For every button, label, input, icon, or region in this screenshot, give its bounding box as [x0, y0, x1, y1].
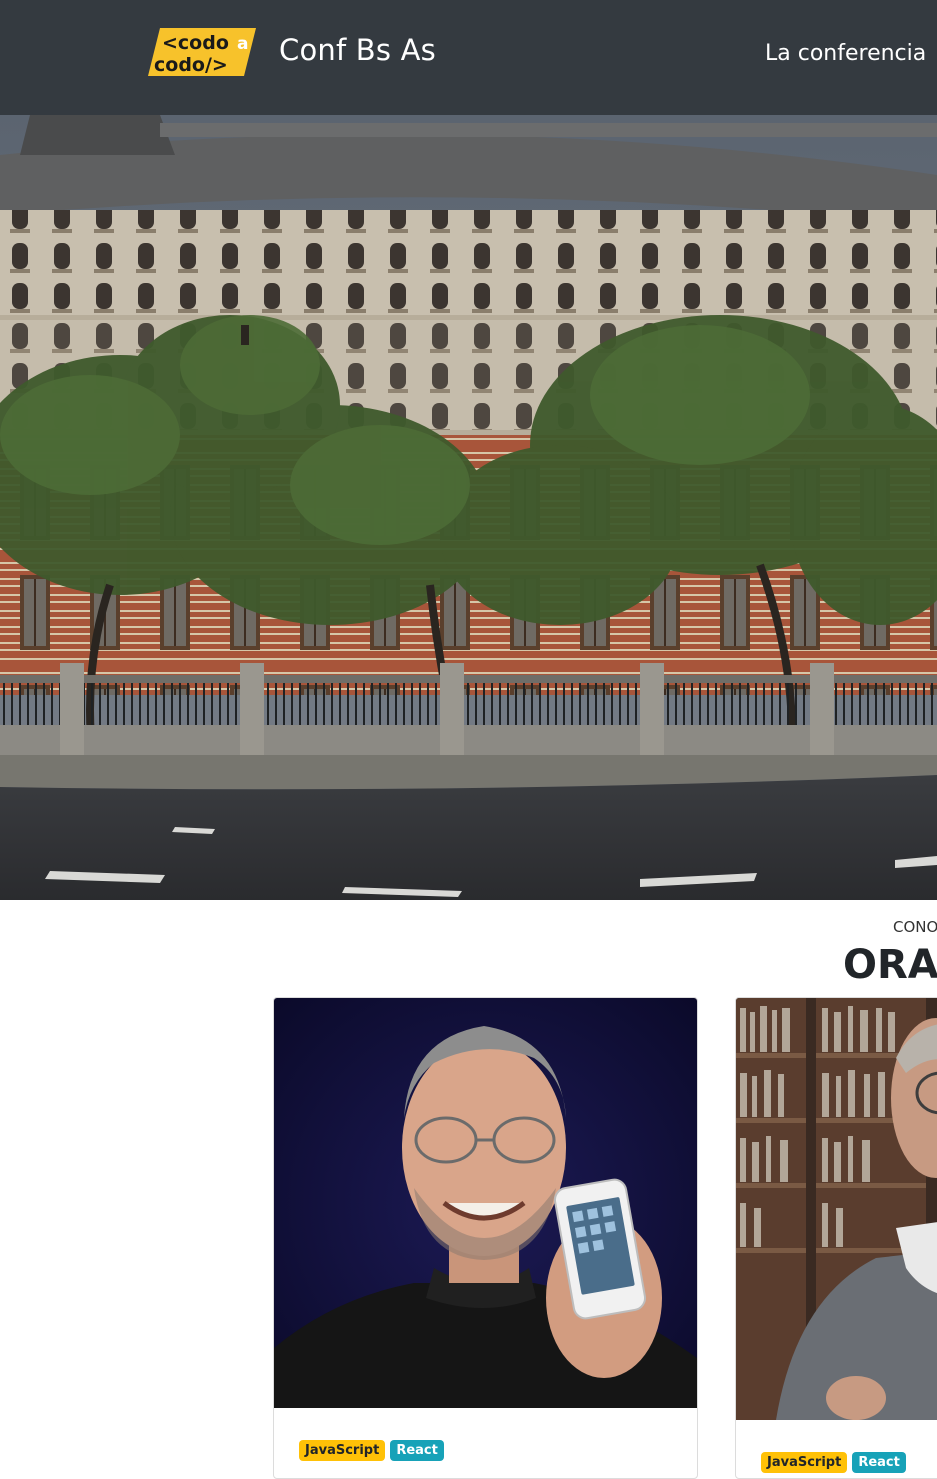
tag-badge-javascript: JavaScript: [299, 1440, 386, 1461]
speaker-card: JavaScript React: [735, 997, 937, 1479]
brand-title[interactable]: Conf Bs As: [279, 31, 436, 69]
logo-icon: <codo a codo/>: [148, 28, 256, 76]
section-title: ORAD: [843, 942, 937, 988]
speaker-card: JavaScript React: [273, 997, 698, 1479]
nav-link-la-conferencia[interactable]: La conferencia: [765, 40, 926, 68]
tag-badge-react: React: [390, 1440, 444, 1461]
svg-text:a: a: [237, 34, 248, 54]
section-eyebrow: CONO: [893, 918, 937, 936]
tag-list: JavaScript React: [761, 1452, 906, 1473]
navbar: <codo a codo/> Conf Bs As La conferencia: [0, 0, 937, 115]
building-photo: [0, 115, 937, 900]
speaker-photo: [274, 998, 697, 1408]
speaker-photo: [736, 998, 937, 1420]
svg-text:codo/>: codo/>: [154, 54, 228, 76]
tag-list: JavaScript React: [299, 1440, 444, 1461]
codo-a-codo-logo[interactable]: <codo a codo/>: [148, 26, 258, 78]
tag-badge-react: React: [852, 1452, 906, 1473]
hero-banner: [0, 115, 937, 900]
svg-text:<codo: <codo: [162, 32, 229, 54]
tag-badge-javascript: JavaScript: [761, 1452, 848, 1473]
